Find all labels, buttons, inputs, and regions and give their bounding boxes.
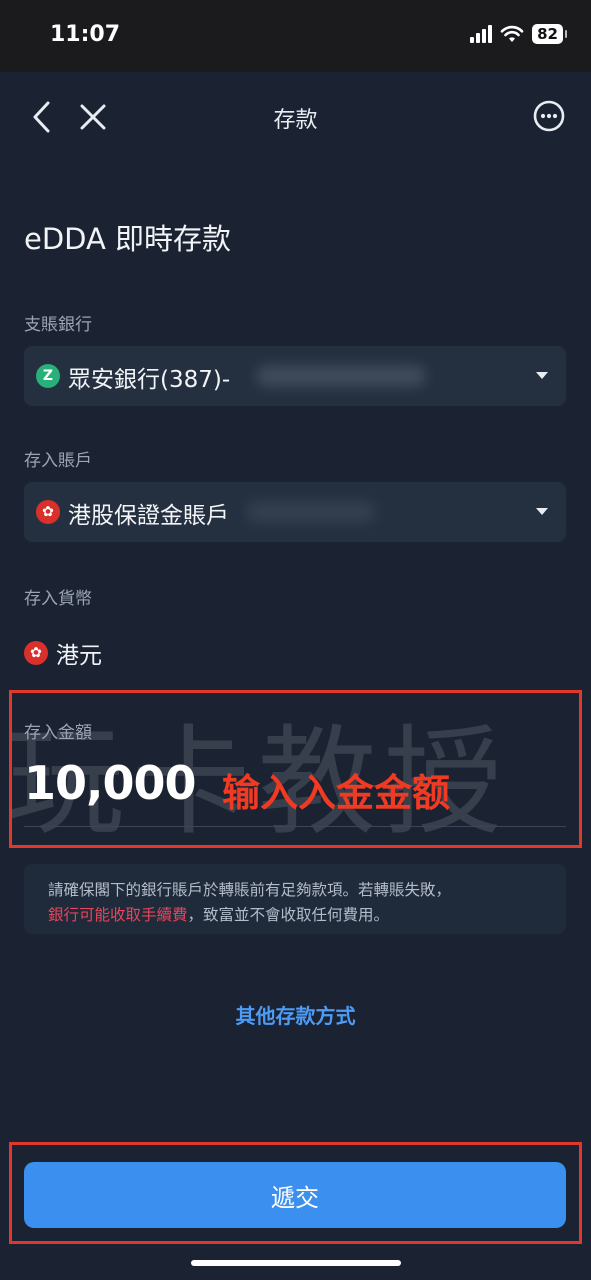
signal-icon	[470, 25, 493, 43]
other-deposit-methods-link[interactable]: 其他存款方式	[0, 1000, 591, 1029]
home-indicator	[191, 1260, 401, 1266]
highlight-box-submit	[9, 1142, 582, 1244]
hk-flag-icon: ✿	[36, 500, 60, 524]
deposit-account-label: 存入賬戶	[24, 451, 92, 471]
redacted-account-number	[246, 501, 376, 523]
payer-bank-select[interactable]: Z 眾安銀行(387)-	[24, 346, 566, 406]
notice-box: 請確保閣下的銀行賬戶於轉賬前有足夠款項。若轉賬失敗， 銀行可能收取手續費，致富並…	[24, 864, 566, 934]
za-bank-logo-icon: Z	[36, 364, 60, 388]
deposit-account-value: 港股保證金賬戶	[68, 503, 229, 529]
highlight-box-amount	[9, 690, 582, 848]
deposit-account-select[interactable]: ✿ 港股保證金賬戶	[24, 482, 566, 542]
payer-bank-value: 眾安銀行(387)-	[68, 367, 231, 393]
chevron-down-icon	[536, 508, 548, 515]
battery-indicator: 82	[532, 24, 567, 44]
notice-fee-warning: 銀行可能收取手續費	[48, 906, 188, 924]
payer-bank-label: 支賬銀行	[24, 315, 92, 335]
nav-bar: 存款	[0, 72, 591, 162]
wifi-icon	[500, 25, 524, 42]
status-bar: 11:07 82	[0, 0, 591, 72]
currency-value: 港元	[56, 643, 102, 669]
currency-display: ✿ 港元	[24, 636, 102, 670]
section-heading: eDDA 即時存款	[24, 222, 232, 256]
notice-line-1: 請確保閣下的銀行賬戶於轉賬前有足夠款項。若轉賬失敗，	[48, 881, 452, 899]
chevron-down-icon	[536, 372, 548, 379]
more-icon[interactable]	[533, 100, 565, 132]
status-icons: 82	[470, 24, 567, 44]
notice-line-2-rest: ，致富並不會收取任何費用。	[187, 906, 390, 924]
redacted-account-number	[256, 365, 426, 387]
hk-flag-icon: ✿	[24, 641, 48, 665]
page-title: 存款	[273, 108, 318, 133]
currency-label: 存入貨幣	[24, 589, 92, 609]
status-time: 11:07	[50, 22, 121, 47]
notice-line-2: 銀行可能收取手續費，致富並不會收取任何費用。	[48, 903, 389, 925]
